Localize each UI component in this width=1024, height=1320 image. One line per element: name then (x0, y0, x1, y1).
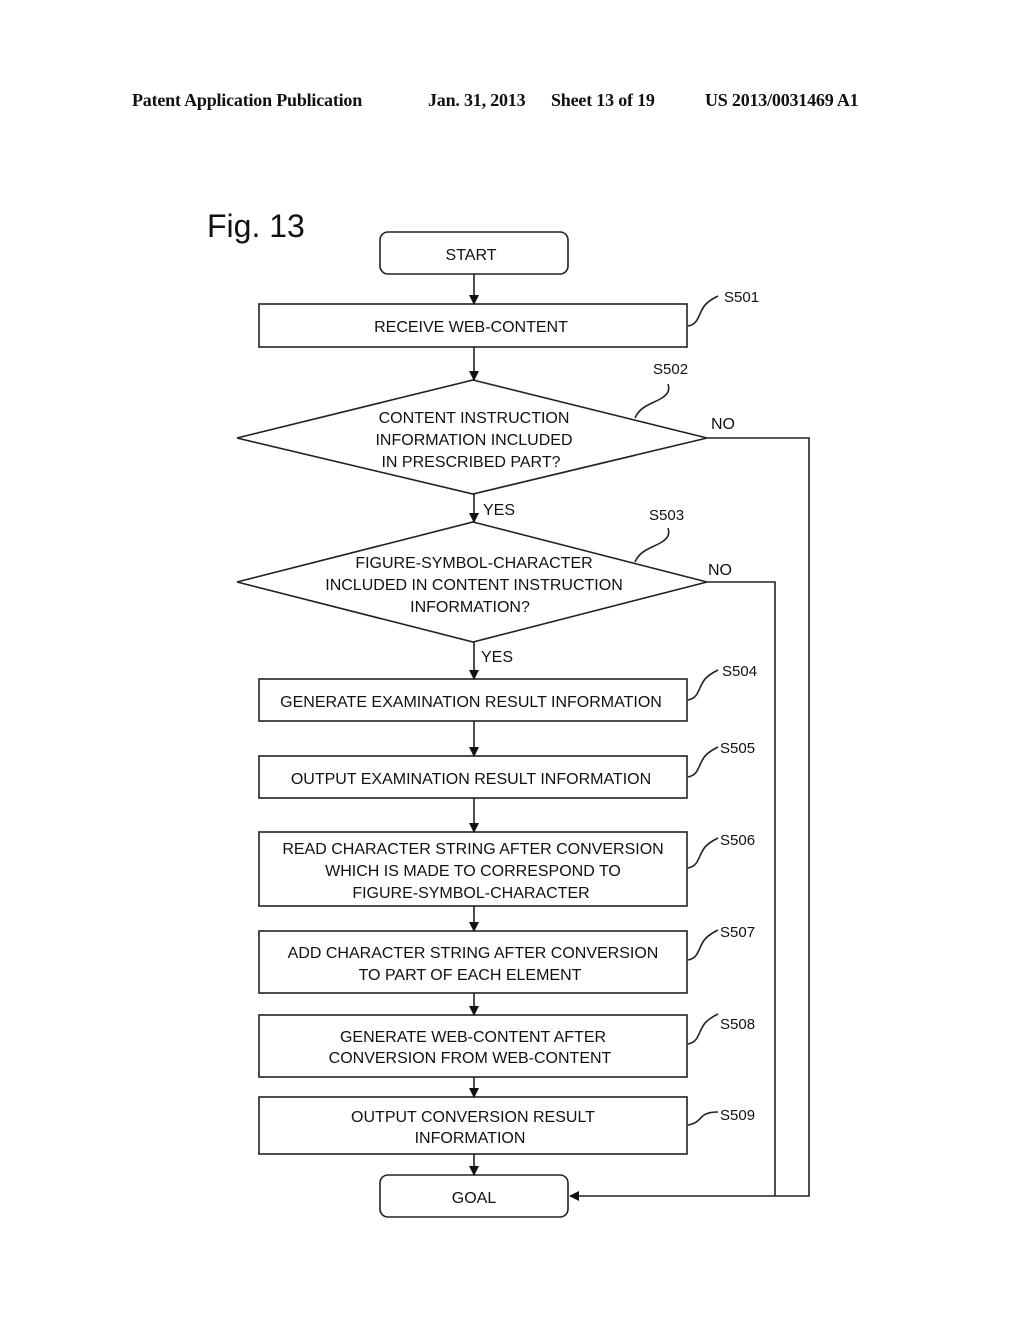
leader-s501 (687, 295, 719, 327)
decision-s502-text-line2: INFORMATION INCLUDED (375, 432, 572, 449)
decision-s502-text-line1: CONTENT INSTRUCTION (379, 410, 570, 427)
decision-s503-text-line1: FIGURE-SYMBOL-CHARACTER (355, 555, 592, 572)
step-id-s505: S505 (720, 740, 755, 757)
arrow-s502-no-to-goal (569, 437, 810, 1201)
flowchart: START RECEIVE WEB-CONTENT CONTENT INSTRU… (236, 231, 810, 1218)
decision-s502-text-line3: IN PRESCRIBED PART? (381, 454, 560, 471)
s503-yes-label: YES (481, 649, 513, 666)
step-id-s506: S506 (720, 832, 755, 849)
step-id-s503: S503 (649, 507, 684, 524)
s503-no-label: NO (708, 562, 732, 579)
step-s505-text: OUTPUT EXAMINATION RESULT INFORMATION (291, 771, 651, 788)
step-s506-text-line3: FIGURE-SYMBOL-CHARACTER (352, 885, 589, 902)
step-s508-box (258, 1014, 688, 1078)
step-s508-text-line1: GENERATE WEB-CONTENT AFTER (340, 1029, 606, 1046)
step-id-s502: S502 (653, 361, 688, 378)
s502-yes-label: YES (483, 502, 515, 519)
step-id-s501: S501 (724, 289, 759, 306)
leader-s507 (687, 929, 719, 961)
leader-s508 (687, 1013, 719, 1045)
step-s509-text-line1: OUTPUT CONVERSION RESULT (351, 1109, 595, 1126)
step-s501-text: RECEIVE WEB-CONTENT (374, 319, 568, 336)
s502-no-label: NO (711, 416, 735, 433)
leader-s505 (687, 746, 719, 778)
step-s504-text: GENERATE EXAMINATION RESULT INFORMATION (280, 694, 662, 711)
decision-s503-text-line3: INFORMATION? (410, 599, 530, 616)
step-s507-text-line2: TO PART OF EACH ELEMENT (359, 967, 582, 984)
step-s508-text-line2: CONVERSION FROM WEB-CONTENT (329, 1050, 612, 1067)
leader-s504 (687, 669, 719, 701)
step-id-s509: S509 (720, 1107, 755, 1124)
start-label: START (446, 247, 497, 264)
decision-s503-text-line2: INCLUDED IN CONTENT INSTRUCTION (325, 577, 623, 594)
step-s506-text-line2: WHICH IS MADE TO CORRESPOND TO (325, 863, 621, 880)
leader-s503 (634, 527, 670, 563)
step-s509-text-line2: INFORMATION (415, 1130, 526, 1147)
step-id-s504: S504 (722, 663, 757, 680)
step-s507-text-line1: ADD CHARACTER STRING AFTER CONVERSION (288, 945, 659, 962)
step-id-s507: S507 (720, 924, 755, 941)
leader-s509 (687, 1111, 719, 1126)
leader-s506 (687, 837, 719, 869)
leader-s502 (634, 383, 670, 419)
goal-label: GOAL (452, 1190, 497, 1207)
step-id-s508: S508 (720, 1016, 755, 1033)
step-s506-text-line1: READ CHARACTER STRING AFTER CONVERSION (282, 841, 663, 858)
